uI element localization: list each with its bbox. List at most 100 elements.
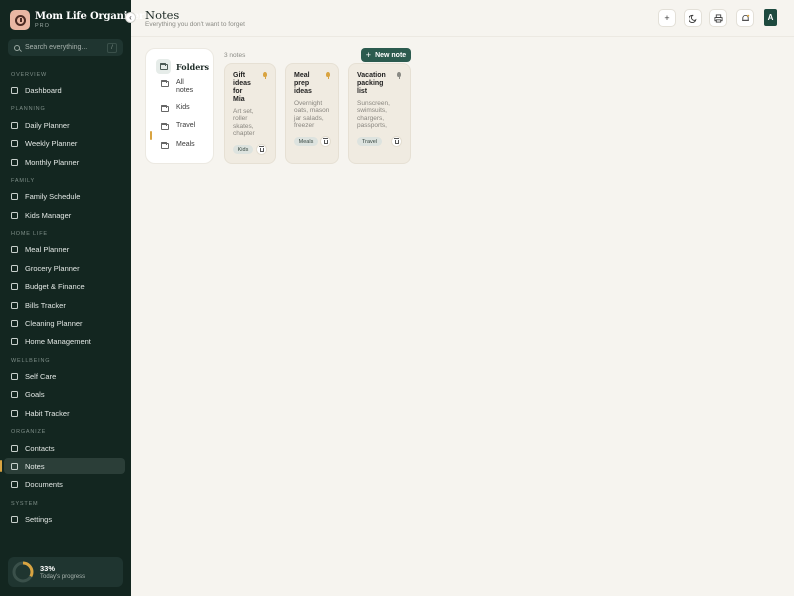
progress-label: Today's progress: [40, 574, 86, 580]
nav-item-dashboard[interactable]: Dashboard: [4, 82, 125, 98]
page-subtitle: Everything you don't want to forget: [145, 21, 245, 28]
note-title: Meal prep ideas: [294, 72, 312, 95]
folder-active-indicator: [150, 131, 152, 140]
folder-item-kids[interactable]: Kids: [161, 104, 190, 112]
nav-item-meal-planner[interactable]: Meal Planner: [4, 241, 125, 257]
collapse-sidebar-button[interactable]: ‹: [125, 12, 136, 23]
active-indicator: [0, 460, 2, 472]
search-input[interactable]: Search everything...: [25, 44, 107, 51]
nav-item-settings[interactable]: Settings: [4, 511, 125, 527]
plan-badge: PRO: [35, 23, 50, 29]
note-tag: Travel: [357, 137, 382, 146]
folder-item-meals[interactable]: Meals: [161, 141, 195, 149]
folder-icon: [156, 59, 171, 74]
trash-icon: [323, 137, 328, 144]
nav-item-home-management[interactable]: Home Management: [4, 333, 125, 349]
add-button[interactable]: +: [658, 9, 676, 27]
notifications-button[interactable]: [736, 9, 754, 27]
note-title: Vacation packing list: [357, 72, 386, 95]
nav-section-wellbeing: WELLBEING: [11, 358, 51, 364]
pin-icon[interactable]: [326, 72, 330, 79]
notes-count: 3 notes: [224, 52, 246, 59]
print-button[interactable]: [709, 9, 727, 27]
folder-item-all-notes[interactable]: All notes: [161, 79, 193, 95]
utensils-icon: [11, 245, 18, 253]
note-card[interactable]: Gift ideas for Mia Art set, roller skates, cha…: [224, 63, 276, 164]
calendar-icon: [11, 121, 18, 129]
user-icon: [11, 211, 18, 219]
home-icon: [11, 337, 18, 345]
nav-section-organize: ORGANIZE: [11, 429, 47, 435]
folder-item-travel[interactable]: Travel: [161, 122, 195, 130]
brand[interactable]: Mom Life Organizer PRO: [10, 10, 144, 30]
contacts-icon: [11, 444, 18, 452]
cart-icon: [11, 264, 18, 272]
pin-icon[interactable]: [397, 72, 401, 79]
bell-icon: [741, 14, 749, 21]
nav-item-daily-planner[interactable]: Daily Planner: [4, 117, 125, 133]
receipt-icon: [11, 301, 18, 309]
nav-section-system: SYSTEM: [11, 501, 39, 507]
users-icon: [11, 192, 18, 200]
nav-item-monthly-planner[interactable]: Monthly Planner: [4, 154, 125, 170]
nav-item-documents[interactable]: Documents: [4, 476, 125, 492]
note-title: Gift ideas for Mia: [233, 72, 251, 103]
target-icon: [11, 390, 18, 398]
page-title: Notes: [145, 8, 180, 22]
nav-item-goals[interactable]: Goals: [4, 386, 125, 402]
nav-item-family-schedule[interactable]: Family Schedule: [4, 188, 125, 204]
nav-item-self-care[interactable]: Self Care: [4, 368, 125, 384]
folders-title: Folders: [176, 61, 210, 72]
search-box[interactable]: Search everything... /: [8, 39, 123, 56]
nav-section-planning: PLANNING: [11, 106, 46, 112]
note-tag: Meals: [294, 137, 318, 146]
document-icon: [11, 480, 18, 488]
note-card[interactable]: Meal prep ideas Overnight oats, mason jar sa…: [285, 63, 339, 164]
delete-note-button[interactable]: [391, 136, 402, 147]
nav-section-home-life: HOME LIFE: [11, 231, 48, 237]
trash-icon: [394, 137, 399, 144]
note-icon: [11, 462, 18, 470]
moon-icon: [688, 14, 696, 23]
nav-item-bills-tracker[interactable]: Bills Tracker: [4, 297, 125, 313]
nav-item-weekly-planner[interactable]: Weekly Planner: [4, 135, 125, 151]
calendar-icon: [11, 139, 18, 147]
printer-icon: [713, 13, 723, 23]
folder-icon: [161, 80, 169, 87]
folder-icon: [161, 142, 169, 149]
nav-section-overview: OVERVIEW: [11, 72, 47, 78]
nav-item-notes[interactable]: Notes: [4, 458, 125, 474]
new-note-button[interactable]: + New note: [361, 48, 411, 62]
calendar-icon: [11, 158, 18, 166]
progress-card: 33% Today's progress: [8, 557, 123, 587]
app-logo-icon: [10, 10, 30, 30]
gear-icon: [11, 515, 18, 523]
nav-item-grocery-planner[interactable]: Grocery Planner: [4, 260, 125, 276]
note-card[interactable]: Vacation packing list Sunscreen, swimsuits,…: [348, 63, 411, 164]
search-shortcut: /: [107, 42, 117, 53]
plus-icon: +: [365, 49, 372, 60]
heart-icon: [11, 372, 18, 380]
search-icon: [14, 44, 20, 51]
progress-value: 33%: [40, 564, 56, 573]
note-body: Overnight oats, mason jar salads, freezer: [294, 100, 330, 129]
header-divider: [131, 36, 794, 37]
plus-icon: +: [664, 13, 670, 23]
note-tag: Kids: [233, 145, 253, 154]
dollar-icon: [11, 282, 18, 290]
nav-item-contacts[interactable]: Contacts: [4, 440, 125, 456]
nav-item-budget-finance[interactable]: Budget & Finance: [4, 278, 125, 294]
note-body: Sunscreen, swimsuits, chargers, passports,: [357, 100, 390, 129]
folder-icon: [161, 105, 169, 112]
delete-note-button[interactable]: [320, 136, 331, 147]
delete-note-button[interactable]: [256, 144, 267, 155]
nav-item-habit-tracker[interactable]: Habit Tracker: [4, 405, 125, 421]
sparkle-icon: [11, 319, 18, 327]
pin-icon[interactable]: [263, 72, 267, 79]
check-square-icon: [11, 409, 18, 417]
nav-item-kids-manager[interactable]: Kids Manager: [4, 207, 125, 223]
theme-toggle-button[interactable]: [684, 9, 702, 27]
trash-icon: [259, 145, 264, 152]
nav-item-cleaning-planner[interactable]: Cleaning Planner: [4, 315, 125, 331]
avatar[interactable]: A: [764, 9, 777, 26]
